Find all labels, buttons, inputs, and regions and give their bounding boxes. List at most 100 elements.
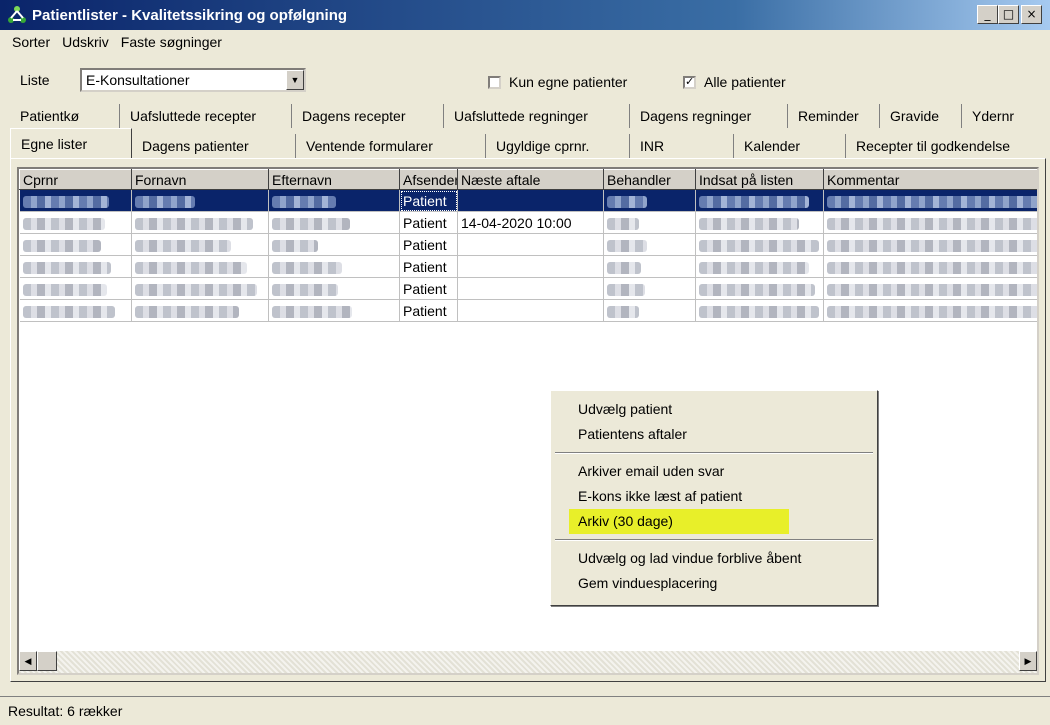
liste-dropdown[interactable]: E-Konsultationer ▼ [80,68,306,92]
checkbox-box[interactable] [488,75,501,89]
table-cell[interactable] [19,299,132,322]
table-cell[interactable] [695,211,824,234]
table-cell[interactable] [695,277,824,300]
column-header-kommentar[interactable]: Kommentar [823,169,1037,190]
table-cell[interactable]: er om d [823,189,1037,212]
title-bar[interactable]: Patientlister - Kvalitetssikring og opfø… [0,0,1050,30]
column-header-afsender[interactable]: Afsender [399,169,458,190]
table-cell[interactable] [19,255,132,278]
tab-reminder[interactable]: Reminder [788,104,880,128]
table-cell[interactable] [268,255,400,278]
menu-patientens-aftaler[interactable]: Patientens aftaler [551,422,877,447]
menu-sorter[interactable]: Sorter [12,34,50,50]
table-cell[interactable] [131,211,269,234]
column-header-naeste-aftale[interactable]: Næste aftale [457,169,604,190]
column-header-indsat[interactable]: Indsat på listen [695,169,824,190]
table-cell[interactable] [603,255,696,278]
table-cell[interactable] [695,233,824,256]
column-header-fornavn[interactable]: Fornavn [131,169,269,190]
table-cell[interactable] [131,233,269,256]
close-button[interactable]: × [1021,5,1042,24]
tab-egne-lister[interactable]: Egne lister [10,128,132,158]
table-cell[interactable] [457,255,604,278]
table-cell[interactable] [131,189,269,212]
scroll-track[interactable] [57,651,1019,673]
table-cell[interactable]: hge væ [823,255,1037,278]
table-cell[interactable] [268,211,400,234]
table-cell[interactable] [131,255,269,278]
patient-grid[interactable]: Cprnr Fornavn Efternavn Afsender Næste a… [17,167,1039,675]
table-cell[interactable] [603,277,696,300]
table-cell[interactable] [603,189,696,212]
menu-udvaelg-patient[interactable]: Udvælg patient [551,397,877,422]
table-cell[interactable] [457,299,604,322]
column-header-cprnr[interactable]: Cprnr [19,169,132,190]
menu-ekons-ikke-laest[interactable]: E-kons ikke læst af patient [551,484,877,509]
table-cell[interactable]: Patient [399,189,458,212]
table-cell[interactable]: Patient [399,255,458,278]
table-cell[interactable] [131,277,269,300]
table-cell[interactable] [268,299,400,322]
tab-gravide[interactable]: Gravide [880,104,962,128]
tab-uafsluttede-regninger[interactable]: Uafsluttede regninger [444,104,630,128]
table-cell[interactable]: 14-04-2020 10:00 [457,211,604,234]
maximize-button[interactable]: □ [998,5,1019,24]
table-cell[interactable] [695,299,824,322]
menu-udvaelg-vindue-aabent[interactable]: Udvælg og lad vindue forblive åbent [551,546,877,571]
table-cell[interactable] [268,277,400,300]
table-cell[interactable] [695,255,824,278]
table-cell[interactable] [268,189,400,212]
tab-dagens-patienter[interactable]: Dagens patienter [132,134,296,158]
table-cell[interactable]: Patient [399,277,458,300]
tab-kalender[interactable]: Kalender [734,134,846,158]
kun-egne-checkbox[interactable]: Kun egne patienter [488,74,627,90]
table-cell[interactable] [19,211,132,234]
table-row[interactable]: Patient14-04-2020 10:00 r du de [19,211,1037,234]
tab-dagens-regninger[interactable]: Dagens regninger [630,104,788,128]
table-cell[interactable] [603,211,696,234]
table-row[interactable]: Patient n tid til m [19,233,1037,256]
tab-uafsluttede-recepter[interactable]: Uafsluttede recepter [120,104,292,128]
table-cell[interactable] [457,233,604,256]
column-header-efternavn[interactable]: Efternavn [268,169,400,190]
tab-patientkoe[interactable]: Patientkø [10,104,120,128]
tab-ydernr[interactable]: Ydernr [962,104,1040,128]
table-cell[interactable] [457,189,604,212]
table-cell[interactable] [603,233,696,256]
table-cell[interactable]: r du de [823,211,1037,234]
table-cell[interactable] [457,277,604,300]
table-cell[interactable] [268,233,400,256]
table-cell[interactable]: Patient [399,233,458,256]
checkmark-icon[interactable]: ✓ [683,75,696,89]
table-cell[interactable] [131,299,269,322]
table-cell[interactable]: n tid til m [823,233,1037,256]
minimize-button[interactable]: _ [977,5,998,24]
table-cell[interactable] [19,233,132,256]
tab-inr[interactable]: INR [630,134,734,158]
menu-arkiver-email[interactable]: Arkiver email uden svar [551,459,877,484]
table-cell[interactable] [695,189,824,212]
tab-dagens-recepter[interactable]: Dagens recepter [292,104,444,128]
table-row[interactable]: Patient det sidst [19,299,1037,322]
table-row[interactable]: Patient hge væ [19,255,1037,278]
table-cell[interactable]: det sidst [823,299,1037,322]
chevron-down-icon[interactable]: ▼ [286,70,304,90]
table-cell[interactable]: Patient [399,299,458,322]
horizontal-scrollbar[interactable]: ◀ ▶ [19,651,1037,673]
menu-faste-soegninger[interactable]: Faste søgninger [121,34,222,50]
alle-patienter-checkbox[interactable]: ✓ Alle patienter [683,74,786,90]
table-cell[interactable] [19,277,132,300]
scroll-thumb[interactable] [37,651,57,671]
table-cell[interactable]: Patient [399,211,458,234]
scroll-left-icon[interactable]: ◀ [19,651,37,671]
table-row[interactable]: Patient ide et n [19,277,1037,300]
scroll-right-icon[interactable]: ▶ [1019,651,1037,671]
table-cell[interactable]: ide et n [823,277,1037,300]
table-row[interactable]: Patient er om d [19,189,1037,212]
table-cell[interactable] [603,299,696,322]
tab-ugyldige-cprnr[interactable]: Ugyldige cprnr. [486,134,630,158]
column-header-behandler[interactable]: Behandler [603,169,696,190]
table-cell[interactable] [19,189,132,212]
menu-gem-vinduesplacering[interactable]: Gem vinduesplacering [551,571,877,596]
tab-recepter-til-godkendelse[interactable]: Recepter til godkendelse [846,134,1040,158]
